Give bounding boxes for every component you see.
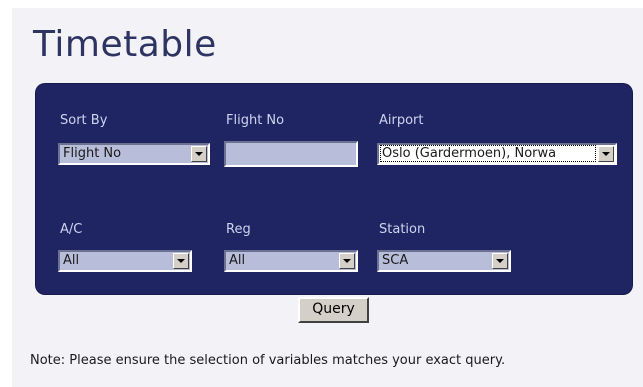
ac-select[interactable]: All xyxy=(58,250,192,272)
reg-label: Reg xyxy=(226,222,251,237)
sort-by-select[interactable]: Flight No xyxy=(58,143,210,165)
page-title: Timetable xyxy=(33,24,217,65)
chevron-down-icon[interactable] xyxy=(492,253,508,269)
sort-by-value: Flight No xyxy=(63,146,122,161)
station-label: Station xyxy=(379,222,426,237)
query-button[interactable]: Query xyxy=(298,297,369,323)
station-select[interactable]: SCA xyxy=(377,250,511,272)
station-value: SCA xyxy=(382,253,409,268)
chevron-down-icon[interactable] xyxy=(339,253,355,269)
ac-value: All xyxy=(63,253,80,268)
ac-label: A/C xyxy=(60,222,83,237)
flight-no-input[interactable] xyxy=(224,141,358,167)
flight-no-label: Flight No xyxy=(226,113,285,128)
query-form-panel: Sort By Flight No Flight No Airport Oslo… xyxy=(36,84,632,294)
chevron-down-icon[interactable] xyxy=(173,253,189,269)
query-note: Note: Please ensure the selection of var… xyxy=(30,353,506,368)
airport-select[interactable]: Oslo (Gardermoen), Norwa xyxy=(377,143,617,165)
timetable-page: Timetable Sort By Flight No Flight No Ai… xyxy=(12,8,643,387)
reg-value: All xyxy=(229,253,246,268)
chevron-down-icon[interactable] xyxy=(598,146,614,162)
reg-select[interactable]: All xyxy=(224,250,358,272)
chevron-down-icon[interactable] xyxy=(191,146,207,162)
sort-by-label: Sort By xyxy=(60,113,108,128)
airport-label: Airport xyxy=(379,113,424,128)
airport-value: Oslo (Gardermoen), Norwa xyxy=(380,145,596,162)
